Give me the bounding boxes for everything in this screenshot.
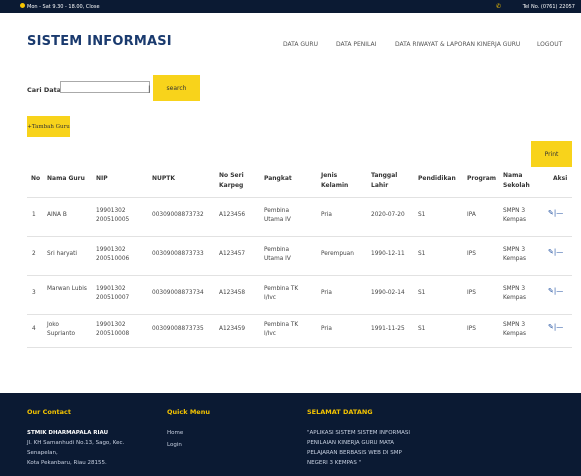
add-teacher-button[interactable]: +Tambah Guru — [27, 116, 70, 137]
footer-welcome-line: NEGERI 3 KEMPAS " — [307, 460, 362, 466]
cell-no: 3 — [32, 290, 36, 296]
col-jenis-kelamin: Jenis Kelamin — [321, 172, 349, 189]
cell-program: IPS — [467, 251, 476, 257]
search-input[interactable] — [60, 81, 150, 93]
opening-hours: Mon - Sat 9.30 - 18.00, Close — [27, 4, 100, 10]
cell-pendidikan: S1 — [418, 251, 426, 257]
cell-nip: 19901302 200510008 — [96, 322, 130, 337]
cell-tanggal-lahir: 1991-11-25 — [371, 326, 405, 332]
col-nama-sekolah: Nama Sekolah — [503, 172, 530, 189]
row-actions: ✎|— — [548, 248, 563, 256]
cell-pangkat: Pembina TK I/Ivc — [264, 286, 299, 301]
top-bar: Mon - Sat 9.30 - 18.00, Close ✆ Tel No. … — [0, 0, 581, 13]
search-label: Cari Data — [27, 86, 62, 94]
phone-icon: ✆ — [495, 3, 501, 10]
col-pendidikan: Pendidikan — [418, 175, 456, 182]
col-program: Program — [467, 175, 497, 182]
minus-icon[interactable]: — — [556, 323, 563, 331]
cell-program: IPS — [467, 290, 476, 296]
cell-no: 2 — [32, 251, 36, 257]
cell-karpeg: A123458 — [219, 290, 246, 296]
row-divider — [27, 275, 572, 276]
cell-nip: 19901302 200510007 — [96, 286, 130, 301]
nav-data-penilai[interactable]: DATA PENILAI — [336, 41, 376, 48]
cell-nama: Marwan Lubis — [47, 286, 87, 292]
cell-nip: 19901302 200510006 — [96, 247, 130, 262]
footer-welcome-line: PELAJARAN BERBASIS WEB DI SMP — [307, 450, 402, 456]
search-button[interactable]: search — [153, 75, 200, 101]
footer-contact-title: Our Contact — [27, 408, 71, 416]
cell-tanggal-lahir: 2020-07-20 — [371, 212, 405, 218]
cell-karpeg: A123459 — [219, 326, 246, 332]
cell-tanggal-lahir: 1990-02-14 — [371, 290, 405, 296]
col-pangkat: Pangkat — [264, 175, 292, 182]
footer-welcome-title: SELAMAT DATANG — [307, 408, 373, 416]
cell-pendidikan: S1 — [418, 326, 426, 332]
cell-nama-sekolah: SMPN 3 Kempas — [503, 247, 526, 262]
col-nip: NIP — [96, 175, 108, 182]
cell-jenis-kelamin: Pria — [321, 326, 332, 332]
cell-pendidikan: S1 — [418, 212, 426, 218]
cell-jenis-kelamin: Pria — [321, 212, 332, 218]
minus-icon[interactable]: — — [556, 209, 563, 217]
footer-address-line: Senapelan, — [27, 450, 58, 456]
col-nuptk: NUPTK — [152, 175, 176, 182]
nav-logout[interactable]: LOGOUT — [537, 41, 562, 48]
print-button[interactable]: Print — [531, 141, 572, 167]
cell-nama-sekolah: SMPN 3 Kempas — [503, 286, 526, 301]
cell-nuptk: 00309008873732 — [152, 212, 204, 218]
phone-number: Tel No. (0761) 22057 — [522, 4, 575, 10]
cell-no: 1 — [32, 212, 36, 218]
cell-pangkat: Pembina Utama IV — [264, 208, 291, 223]
cell-pangkat: Pembina Utama IV — [264, 247, 291, 262]
footer-address-line: Kota Pekanbaru, Riau 28155. — [27, 460, 107, 466]
cell-nama: Sri haryati — [47, 251, 77, 257]
footer-welcome-line: PENILAIAN KINERJA GURU MATA — [307, 440, 395, 446]
footer-quick-title: Quick Menu — [167, 408, 210, 416]
clock-icon — [20, 3, 25, 8]
cell-jenis-kelamin: Pria — [321, 290, 332, 296]
row-divider — [27, 314, 572, 315]
nav-data-guru[interactable]: DATA GURU — [283, 41, 318, 48]
footer-org: STMIK DHARMAPALA RIAU — [27, 430, 109, 436]
col-no: No — [31, 175, 41, 182]
cell-program: IPS — [467, 326, 476, 332]
header-divider — [27, 197, 572, 198]
col-no-seri-karpeg: No Seri Karpeg — [219, 172, 244, 189]
footer-welcome-line: "APLIKASI SISTEM SISTEM INFORMASI — [307, 430, 410, 436]
cell-nuptk: 00309008873734 — [152, 290, 204, 296]
col-nama-guru: Nama Guru — [47, 175, 85, 182]
brand-title[interactable]: SISTEM INFORMASI — [27, 34, 172, 49]
cell-karpeg: A123456 — [219, 212, 246, 218]
cell-nama-sekolah: SMPN 3 Kempas — [503, 322, 526, 337]
cell-nama: Joko Suprianto — [47, 322, 76, 337]
row-divider — [27, 236, 572, 237]
row-actions: ✎|— — [548, 287, 563, 295]
footer-link-home[interactable]: Home — [167, 428, 183, 438]
cell-nuptk: 00309008873733 — [152, 251, 204, 257]
cell-nama-sekolah: SMPN 3 Kempas — [503, 208, 526, 223]
col-aksi: Aksi — [553, 175, 568, 182]
cell-jenis-kelamin: Perempuan — [321, 251, 354, 257]
cell-nuptk: 00309008873735 — [152, 326, 204, 332]
col-tanggal-lahir: Tanggal Lahir — [371, 172, 398, 189]
nav-data-riwayat-laporan[interactable]: DATA RIWAYAT & LAPORAN KINERJA GURU — [395, 41, 520, 48]
cell-pendidikan: S1 — [418, 290, 426, 296]
row-divider — [27, 347, 572, 348]
row-actions: ✎|— — [548, 209, 563, 217]
footer-link-login[interactable]: Login — [167, 440, 182, 450]
cell-program: IPA — [467, 212, 476, 218]
minus-icon[interactable]: — — [556, 287, 563, 295]
cell-nip: 19901302 200510005 — [96, 208, 130, 223]
cell-tanggal-lahir: 1990-12-11 — [371, 251, 405, 257]
cell-pangkat: Pembina TK I/Ivc — [264, 322, 299, 337]
cell-nama: AINA B — [47, 212, 67, 218]
cell-karpeg: A123457 — [219, 251, 246, 257]
minus-icon[interactable]: — — [556, 248, 563, 256]
search-separator: | — [148, 85, 151, 93]
footer-address-line: Jl. KH Samanhudi No.13, Sago, Kec. — [27, 440, 125, 446]
cell-no: 4 — [32, 326, 36, 332]
row-actions: ✎|— — [548, 323, 563, 331]
